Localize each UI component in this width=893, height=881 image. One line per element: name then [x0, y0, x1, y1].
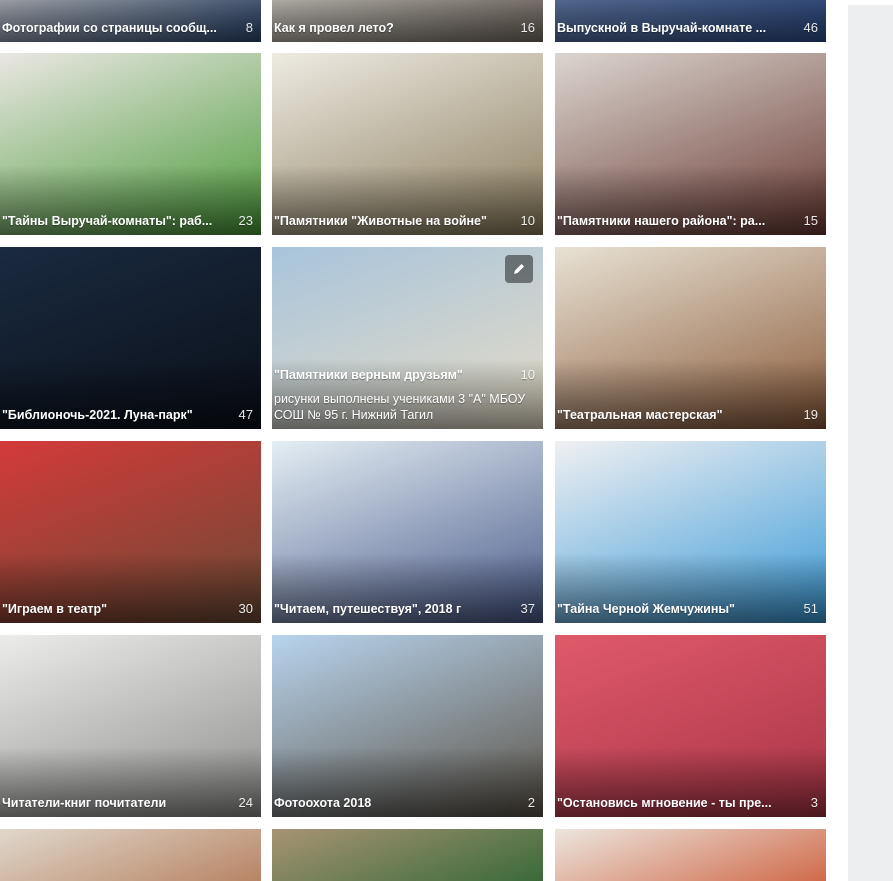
album-card[interactable]: "Памятники нашего района": ра... 15 — [555, 53, 826, 235]
album-title: "Театральная мастерская" — [557, 408, 723, 422]
album-title: Фотоохота 2018 — [274, 796, 372, 810]
album-cover — [0, 829, 261, 881]
album-cover — [555, 829, 826, 881]
album-caption: "Тайны Выручай-комнаты": раб... 23 — [2, 213, 253, 229]
album-caption: "Памятники "Животные на войне" 10 — [274, 213, 535, 229]
album-card[interactable] — [272, 829, 543, 881]
album-caption: Фотоохота 2018 2 — [274, 795, 535, 811]
edit-album-button[interactable] — [505, 255, 533, 283]
album-card[interactable]: "Памятники "Животные на войне" 10 — [272, 53, 543, 235]
album-title: "Памятники "Животные на войне" — [274, 214, 487, 228]
album-photo-count: 15 — [803, 213, 818, 228]
album-photo-count: 10 — [520, 367, 535, 382]
album-caption: Фотографии со страницы сообщ... 8 — [2, 20, 253, 36]
album-title: "Читаем, путешествуя", 2018 г — [274, 602, 462, 616]
album-title: Фотографии со страницы сообщ... — [2, 21, 217, 35]
pencil-icon — [514, 264, 524, 274]
album-title: "Памятники верным друзьям" — [274, 368, 463, 382]
album-title: "Играем в театр" — [2, 602, 108, 616]
album-photo-count: 37 — [520, 601, 535, 616]
album-photo-count: 8 — [245, 20, 253, 35]
album-card[interactable]: Читатели-книг почитатели 24 — [0, 635, 261, 817]
album-description: рисунки выполнены учениками 3 "А" МБОУ С… — [274, 392, 526, 422]
album-caption: Читатели-книг почитатели 24 — [2, 795, 253, 811]
album-photo-count: 10 — [520, 213, 535, 228]
album-caption: Как я провел лето? 16 — [274, 20, 535, 36]
album-caption: "Остановись мгновение - ты пре... 3 — [557, 795, 818, 811]
album-card[interactable]: "Библионочь-2021. Луна-парк" 47 — [0, 247, 261, 429]
album-card[interactable]: "Театральная мастерская" 19 — [555, 247, 826, 429]
album-card[interactable]: Как я провел лето? 16 — [272, 0, 543, 42]
albums-grid: Фотографии со страницы сообщ... 8 Как я пр… — [0, 0, 893, 881]
album-card[interactable]: Выпускной в Выручай-комнате ... 46 — [555, 0, 826, 42]
album-card[interactable]: "Тайны Выручай-комнаты": раб... 23 — [0, 53, 261, 235]
album-title: "Памятники нашего района": ра... — [557, 214, 766, 228]
album-card[interactable] — [555, 829, 826, 881]
album-card[interactable]: Фотоохота 2018 2 — [272, 635, 543, 817]
album-caption: "Театральная мастерская" 19 — [557, 407, 818, 423]
album-photo-count: 24 — [238, 795, 253, 810]
album-caption: "Памятники верным друзьям" 10 рисунки выпо… — [274, 367, 535, 423]
album-title: Выпускной в Выручай-комнате ... — [557, 21, 767, 35]
album-title: "Библионочь-2021. Луна-парк" — [2, 408, 193, 422]
album-caption: "Читаем, путешествуя", 2018 г 37 — [274, 601, 535, 617]
album-photo-count: 30 — [238, 601, 253, 616]
right-sidebar — [848, 5, 893, 881]
album-caption: "Играем в театр" 30 — [2, 601, 253, 617]
album-photo-count: 47 — [238, 407, 253, 422]
album-caption: "Библионочь-2021. Луна-парк" 47 — [2, 407, 253, 423]
album-card[interactable]: "Читаем, путешествуя", 2018 г 37 — [272, 441, 543, 623]
album-photo-count: 51 — [803, 601, 818, 616]
album-title: Читатели-книг почитатели — [2, 796, 167, 810]
album-photo-count: 23 — [238, 213, 253, 228]
album-title: Как я провел лето? — [274, 21, 394, 35]
album-card[interactable]: "Тайна Черной Жемчужины" 51 — [555, 441, 826, 623]
album-caption: "Тайна Черной Жемчужины" 51 — [557, 601, 818, 617]
album-title: "Тайна Черной Жемчужины" — [557, 602, 735, 616]
album-title: "Тайны Выручай-комнаты": раб... — [2, 214, 213, 228]
album-photo-count: 2 — [527, 795, 535, 810]
album-card[interactable]: Фотографии со страницы сообщ... 8 — [0, 0, 261, 42]
album-card[interactable]: "Памятники верным друзьям" 10 рисунки выпо… — [272, 247, 543, 429]
album-cover — [272, 829, 543, 881]
album-card[interactable]: "Остановись мгновение - ты пре... 3 — [555, 635, 826, 817]
album-caption: Выпускной в Выручай-комнате ... 46 — [557, 20, 818, 36]
album-photo-count: 19 — [803, 407, 818, 422]
album-photo-count: 16 — [520, 20, 535, 35]
album-title: "Остановись мгновение - ты пре... — [557, 796, 772, 810]
album-photo-count: 46 — [803, 20, 818, 35]
album-photo-count: 3 — [810, 795, 818, 810]
album-card[interactable] — [0, 829, 261, 881]
album-card[interactable]: "Играем в театр" 30 — [0, 441, 261, 623]
album-caption: "Памятники нашего района": ра... 15 — [557, 213, 818, 229]
